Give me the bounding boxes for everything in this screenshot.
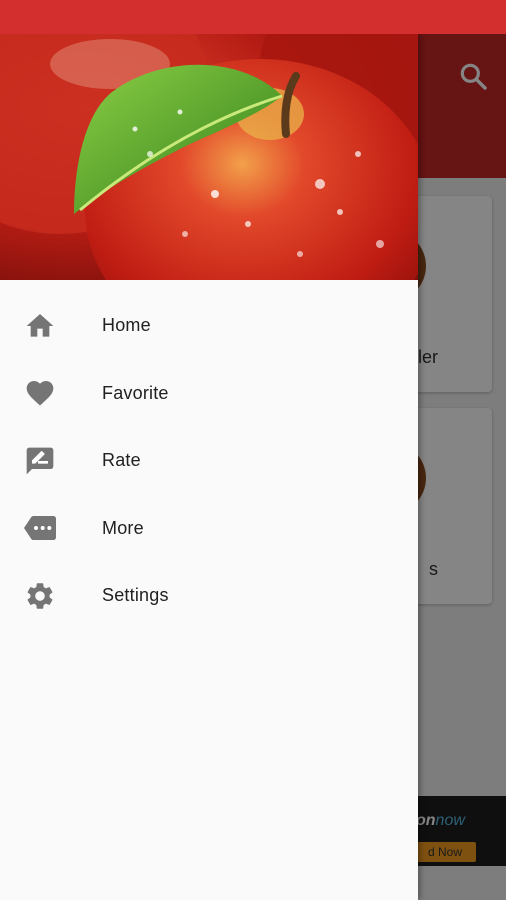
gear-icon — [27, 582, 53, 609]
menu-item-label: Settings — [102, 585, 169, 606]
drawer-menu: Home Favorite Rate More Settings — [0, 280, 418, 630]
menu-item-label: Rate — [102, 450, 141, 471]
navigation-drawer: Home Favorite Rate More Settings — [0, 34, 418, 900]
apple-with-leaf-image — [0, 34, 418, 280]
more-icon — [24, 516, 56, 541]
screen: Y ller s onnow d Now — [0, 0, 506, 900]
menu-item-label: Favorite — [102, 382, 169, 403]
menu-item-home[interactable]: Home — [0, 292, 418, 360]
menu-item-favorite[interactable]: Favorite — [0, 360, 418, 428]
menu-item-settings[interactable]: Settings — [0, 562, 418, 630]
status-bar — [0, 0, 506, 34]
home-icon — [26, 313, 54, 337]
heart-icon — [26, 381, 54, 406]
menu-item-label: Home — [102, 315, 151, 336]
menu-item-more[interactable]: More — [0, 495, 418, 563]
drawer-header — [0, 34, 418, 280]
menu-item-label: More — [102, 517, 144, 538]
menu-item-rate[interactable]: Rate — [0, 427, 418, 495]
rate-review-icon — [26, 447, 54, 475]
